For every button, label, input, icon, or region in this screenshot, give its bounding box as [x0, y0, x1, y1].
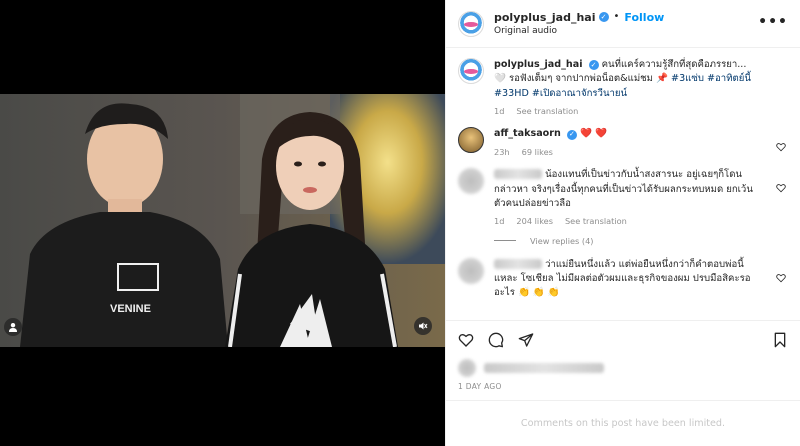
avatar[interactable]: [458, 359, 476, 377]
view-replies-button[interactable]: View replies (4): [494, 236, 788, 246]
follow-button[interactable]: Follow: [624, 11, 664, 24]
comment-time[interactable]: 23h: [494, 146, 510, 158]
like-comment-button[interactable]: [776, 137, 786, 152]
caption-username[interactable]: polyplus_jad_hai: [494, 59, 583, 70]
caption-meta: 1d See translation: [494, 105, 760, 117]
blurred-likes-text[interactable]: [484, 363, 604, 373]
post-header-meta: polyplus_jad_hai ✓ • Follow Original aud…: [494, 11, 664, 37]
comment-bubble-icon: [488, 332, 504, 347]
avatar[interactable]: [458, 58, 484, 84]
comments-list[interactable]: polyplus_jad_hai ✓ คนที่แคร์ความรู้สึกที…: [446, 48, 800, 320]
avatar[interactable]: [458, 257, 484, 284]
verified-badge-icon: ✓: [566, 129, 577, 140]
tagged-user-button[interactable]: [4, 318, 22, 336]
comment-time[interactable]: 1d: [494, 215, 504, 227]
heart-icon: [776, 273, 786, 282]
instagram-post-view: VENINE polyplus_jad_hai ✓ • Follow Origi…: [0, 0, 800, 446]
verified-badge-icon: ✓: [598, 12, 609, 23]
audio-label[interactable]: Original audio: [494, 26, 664, 37]
replies-divider: [494, 240, 516, 242]
heart-icon: [776, 143, 786, 152]
view-replies-label[interactable]: View replies (4): [530, 236, 594, 246]
post-side-panel: polyplus_jad_hai ✓ • Follow Original aud…: [445, 0, 800, 446]
video-frame[interactable]: VENINE: [0, 94, 445, 347]
see-translation-link[interactable]: See translation: [565, 215, 627, 227]
post-author-username[interactable]: polyplus_jad_hai: [494, 11, 596, 24]
avatar[interactable]: [458, 127, 484, 154]
comment-username[interactable]: aff_taksaorn: [494, 128, 561, 139]
comment-item: aff_taksaorn ✓ ❤️ ❤️ 23h 69 likes: [458, 127, 788, 158]
heart-icon: [776, 184, 786, 193]
blurred-username[interactable]: [494, 169, 542, 180]
bookmark-icon: [774, 332, 786, 347]
avatar[interactable]: [458, 168, 484, 195]
comment-item: ว่าแม่ยืนหนึ่งแล้ว แต่พ่อยืนหนึ่งกว่าก็ค…: [458, 257, 788, 301]
comment-meta: 23h 69 likes: [494, 146, 760, 158]
blurred-username[interactable]: [494, 258, 542, 269]
comments-limited-notice: Comments on this post have been limited.: [446, 400, 800, 446]
avatar[interactable]: [458, 10, 484, 37]
video-still: VENINE: [0, 94, 445, 347]
heart-icon: [458, 333, 474, 347]
comment-body: aff_taksaorn ✓ ❤️ ❤️ 23h 69 likes: [494, 127, 760, 158]
comment-text: ❤️ ❤️: [579, 128, 607, 140]
paper-plane-icon: [518, 332, 534, 347]
like-post-button[interactable]: [458, 332, 474, 348]
comment-meta: 1d 204 likes See translation: [494, 215, 760, 227]
post-date[interactable]: 1 DAY AGO: [446, 378, 800, 400]
more-options-icon[interactable]: •••: [758, 14, 788, 30]
comment-likes[interactable]: 204 likes: [516, 215, 553, 227]
person-icon: [9, 323, 17, 332]
comment-body: ว่าแม่ยืนหนึ่งแล้ว แต่พ่อยืนหนึ่งกว่าก็ค…: [494, 258, 760, 301]
like-comment-button[interactable]: [776, 268, 786, 282]
post-actions-bar: [446, 320, 800, 358]
caption-time[interactable]: 1d: [494, 105, 504, 117]
comment-button[interactable]: [488, 332, 504, 348]
comment-item: น้องแทนที่เป็นข่าวกับน้ำสงสารนะ อยู่เฉยๆ…: [458, 168, 788, 227]
caption-body: polyplus_jad_hai ✓ คนที่แคร์ความรู้สึกที…: [494, 58, 760, 117]
post-header: polyplus_jad_hai ✓ • Follow Original aud…: [446, 0, 800, 48]
separator-dot: •: [613, 11, 620, 23]
save-post-button[interactable]: [772, 332, 788, 348]
like-comment-button[interactable]: [776, 178, 786, 193]
speaker-muted-icon: [419, 322, 428, 330]
comment-likes[interactable]: 69 likes: [522, 146, 553, 158]
mute-button[interactable]: [414, 317, 432, 335]
likes-summary[interactable]: [446, 358, 800, 378]
verified-badge-icon: ✓: [588, 60, 599, 71]
media-area[interactable]: VENINE: [0, 0, 445, 446]
comment-body: น้องแทนที่เป็นข่าวกับน้ำสงสารนะ อยู่เฉยๆ…: [494, 168, 760, 227]
see-translation-link[interactable]: See translation: [516, 105, 578, 117]
share-button[interactable]: [518, 332, 534, 348]
caption: polyplus_jad_hai ✓ คนที่แคร์ความรู้สึกที…: [458, 58, 788, 117]
shirt-brand-text: VENINE: [110, 303, 151, 315]
